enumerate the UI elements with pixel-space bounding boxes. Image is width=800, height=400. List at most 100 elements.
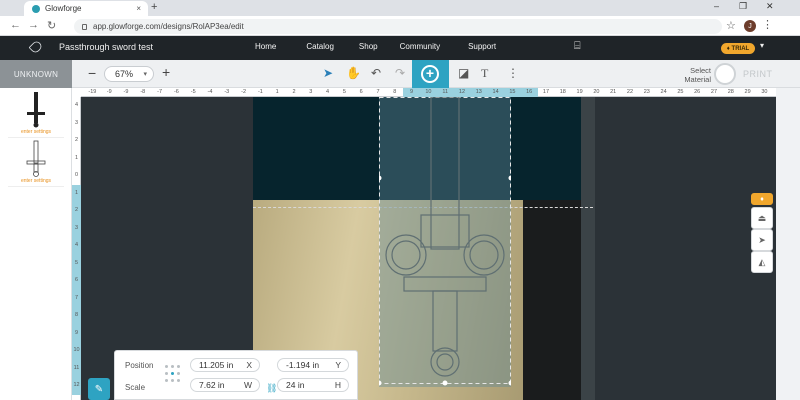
ruler-top-tick: 1 xyxy=(275,89,279,95)
ruler-left-tick: 8 xyxy=(72,307,81,325)
lock-icon xyxy=(82,23,87,30)
redo-icon[interactable]: ↷ xyxy=(395,66,405,80)
tab-title: Glowforge xyxy=(45,4,82,13)
nav-home[interactable]: Home xyxy=(255,42,276,51)
send-icon[interactable]: ➤ xyxy=(751,229,773,251)
reload-icon[interactable]: ↻ xyxy=(47,19,56,32)
trial-label: TRIAL xyxy=(731,45,750,52)
anchor-point-icon[interactable] xyxy=(165,363,181,389)
scale-width-field[interactable]: 7.62 in W xyxy=(190,378,260,392)
text-icon[interactable]: T xyxy=(481,66,488,81)
minimize-button[interactable]: – xyxy=(714,1,719,11)
ruler-corner xyxy=(72,88,81,97)
thumbnail-caption[interactable]: enter settings xyxy=(8,178,64,184)
thumbnail-caption[interactable]: enter settings xyxy=(8,129,64,135)
material-status[interactable]: UNKNOWN xyxy=(0,60,72,88)
flip-icon[interactable]: ◭ xyxy=(751,251,773,273)
close-window-button[interactable]: ✕ xyxy=(766,1,774,12)
ruler-top-tick: 6 xyxy=(359,89,363,95)
add-artwork-button[interactable]: + xyxy=(412,60,449,88)
pin-icon[interactable]: ✎ xyxy=(88,378,110,400)
zoom-out-button[interactable]: − xyxy=(88,65,96,81)
ruler-top-tick: -9 xyxy=(106,89,112,95)
address-bar-row: ← → ↻ app.glowforge.com/designs/RolAP3ea… xyxy=(0,16,800,36)
scale-height-field[interactable]: 24 in H xyxy=(277,378,349,392)
zoom-in-button[interactable]: + xyxy=(162,64,170,80)
position-x-field[interactable]: 11.205 in X xyxy=(190,358,260,372)
browser-tab[interactable]: Glowforge × xyxy=(24,1,148,16)
maximize-button[interactable]: ❐ xyxy=(739,1,747,12)
material-edge xyxy=(523,200,587,400)
y-axis-label: Y xyxy=(335,360,341,370)
zoom-value: 67% xyxy=(115,69,134,79)
ruler-left-tick: 9 xyxy=(72,324,81,342)
gift-icon[interactable]: ⌸ xyxy=(574,40,581,53)
ruler-left-tick: 4 xyxy=(74,102,79,108)
print-button[interactable]: PRINT xyxy=(743,69,773,79)
ruler-top: -19 -9 -9 -8 -7 -6 -5 -4 -3 -2 -1 1 2 3 4 5 6 7 8 9 10 11 12 13… xyxy=(72,88,776,97)
ruler-top-tick: -4 xyxy=(207,89,213,95)
ruler-top-tick: -1 xyxy=(257,89,263,95)
zoom-select[interactable]: 67% ▾ xyxy=(104,66,154,82)
ruler-top-tick: 30 xyxy=(761,89,768,95)
more-icon[interactable]: ⋮ xyxy=(507,66,519,80)
forward-icon[interactable]: → xyxy=(28,19,39,31)
document-title[interactable]: Passthrough sword test xyxy=(59,42,153,52)
align-icon[interactable]: ⏏ xyxy=(751,207,773,229)
star-icon[interactable]: ☆ xyxy=(726,19,736,32)
url-bar[interactable]: app.glowforge.com/designs/RolAP3ea/edit xyxy=(74,19,722,34)
ruler-top-tick: 28 xyxy=(727,89,734,95)
ruler-top-tick: 24 xyxy=(660,89,667,95)
main-nav: Home Catalog Shop Community Support xyxy=(255,42,496,51)
ruler-top-tick: 7 xyxy=(376,89,380,95)
browser-menu-icon[interactable]: ⋮ xyxy=(762,18,773,31)
thumbnail-sword-1[interactable]: enter settings xyxy=(8,90,64,138)
ruler-left: 4 3 2 1 0 1 2 3 4 5 6 7 8 9 10 11 12 xyxy=(72,97,81,400)
nav-catalog[interactable]: Catalog xyxy=(306,42,334,51)
ruler-top-tick: 22 xyxy=(626,89,634,95)
position-y-field[interactable]: -1.194 in Y xyxy=(277,358,349,372)
pan-hand-icon[interactable]: ✋ xyxy=(346,66,361,80)
glowforge-favicon-icon xyxy=(32,4,40,13)
ruler-top-tick: 20 xyxy=(593,89,600,95)
ruler-top-tick: 3 xyxy=(309,89,313,95)
new-tab-button[interactable]: + xyxy=(151,1,157,13)
ruler-top-tick: 27 xyxy=(710,89,718,95)
back-icon[interactable]: ← xyxy=(10,19,21,31)
avatar[interactable]: J xyxy=(744,20,756,32)
ruler-top-tick: 23 xyxy=(643,89,650,95)
trial-badge[interactable]: ♦ TRIAL xyxy=(721,43,755,54)
sword-artwork[interactable] xyxy=(379,97,511,387)
select-material-label[interactable]: Select Material xyxy=(679,66,711,84)
tab-close-icon[interactable]: × xyxy=(136,4,141,13)
account-caret-icon[interactable]: ▾ xyxy=(760,41,764,50)
url-text: app.glowforge.com/designs/RolAP3ea/edit xyxy=(93,22,244,31)
nav-shop[interactable]: Shop xyxy=(359,42,378,51)
ruler-top-tick: -19 xyxy=(88,89,97,95)
x-axis-label: X xyxy=(246,360,252,370)
material-button[interactable] xyxy=(714,63,736,85)
ruler-top-tick: 21 xyxy=(610,89,617,95)
ruler-left-tick: 12 xyxy=(72,377,81,395)
undo-icon[interactable]: ↶ xyxy=(371,66,381,80)
chevron-down-icon: ▾ xyxy=(143,71,147,78)
thumbnail-sword-2[interactable]: enter settings xyxy=(8,139,64,187)
shapes-icon[interactable]: ◪ xyxy=(458,66,469,80)
ruler-left-tick: 11 xyxy=(72,359,81,377)
glowforge-logo-icon[interactable] xyxy=(28,39,44,55)
pointer-icon[interactable]: ➤ xyxy=(323,66,333,80)
nav-support[interactable]: Support xyxy=(468,42,496,51)
ruler-left-tick: 2 xyxy=(72,202,81,220)
ruler-top-tick: -7 xyxy=(157,89,163,95)
nav-community[interactable]: Community xyxy=(400,42,440,51)
camera-divider xyxy=(581,97,595,400)
ruler-left-tick: 3 xyxy=(72,219,81,237)
ruler-top-tick: -3 xyxy=(224,89,230,95)
ruler-left-tick: 4 xyxy=(72,237,81,255)
ruler-left-tick: 2 xyxy=(74,137,79,143)
ruler-left-tick: 10 xyxy=(72,342,81,360)
scale-label: Scale xyxy=(125,383,146,392)
w-axis-label: W xyxy=(243,380,252,390)
link-icon[interactable]: ⛓ xyxy=(266,383,277,394)
premium-icon[interactable]: ♦ xyxy=(751,193,773,205)
